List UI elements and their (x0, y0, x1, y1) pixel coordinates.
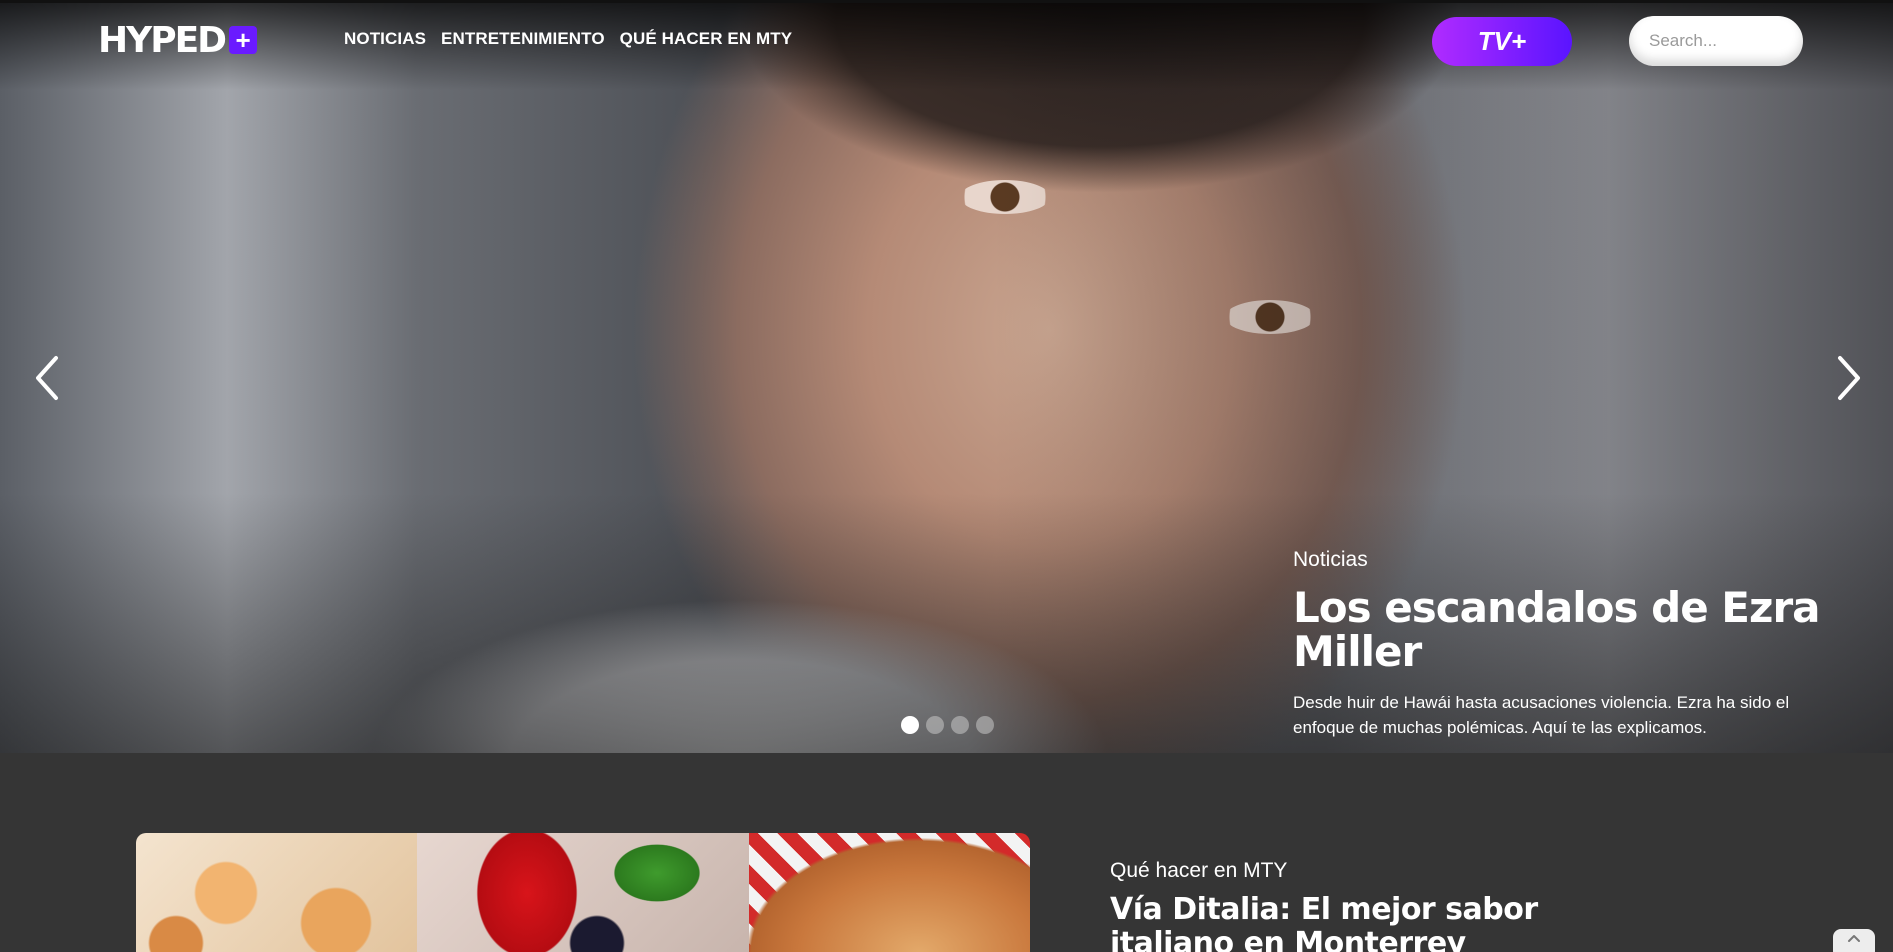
chevron-right-icon (1838, 356, 1860, 400)
food-image-dessert (417, 833, 749, 952)
featured-title[interactable]: Vía Ditalia: El mejor sabor italiano en … (1110, 893, 1630, 952)
nav-link-noticias[interactable]: NOTICIAS (344, 29, 426, 49)
logo-text: HYPED (98, 19, 227, 61)
logo-plus-icon: + (229, 26, 258, 54)
nav-link-entretenimiento[interactable]: ENTRETENIMIENTO (441, 29, 605, 49)
food-image-gnocchi (136, 833, 417, 952)
carousel-dot-1[interactable] (901, 716, 919, 734)
carousel-next-button[interactable] (1828, 350, 1868, 406)
page: HYPED + NOTICIAS ENTRETENIMIENTO QUÉ HAC… (0, 0, 1893, 952)
carousel-prev-button[interactable] (28, 350, 68, 406)
nav-link-que-hacer-en-mty[interactable]: QUÉ HACER EN MTY (620, 29, 793, 49)
carousel-category[interactable]: Noticias (1293, 548, 1853, 572)
nav-links: NOTICIAS ENTRETENIMIENTO QUÉ HACER EN MT… (344, 29, 792, 49)
chevron-left-icon (36, 356, 58, 400)
site-logo[interactable]: HYPED + (98, 19, 258, 61)
chevron-up-icon (1848, 935, 1860, 942)
tv-plus-label: TV+ (1477, 26, 1527, 56)
featured-article-image[interactable] (136, 833, 1030, 952)
featured-category[interactable]: Qué hacer en MTY (1110, 859, 1287, 883)
carousel-title[interactable]: Los escandalos de Ezra Miller (1293, 586, 1853, 674)
scroll-to-top-button[interactable] (1833, 929, 1875, 952)
carousel-dot-2[interactable] (926, 716, 944, 734)
carousel-description: Desde huir de Hawái hasta acusaciones vi… (1293, 693, 1790, 737)
tv-plus-button[interactable]: TV+ (1432, 17, 1572, 66)
food-image-pizza (749, 833, 1030, 952)
carousel-indicators (901, 716, 994, 734)
search-input[interactable] (1629, 16, 1803, 66)
carousel-caption: Noticias Los escandalos de Ezra Miller D… (1293, 548, 1853, 740)
navbar: HYPED + NOTICIAS ENTRETENIMIENTO QUÉ HAC… (0, 0, 1893, 80)
carousel-dot-3[interactable] (951, 716, 969, 734)
carousel-dot-4[interactable] (976, 716, 994, 734)
